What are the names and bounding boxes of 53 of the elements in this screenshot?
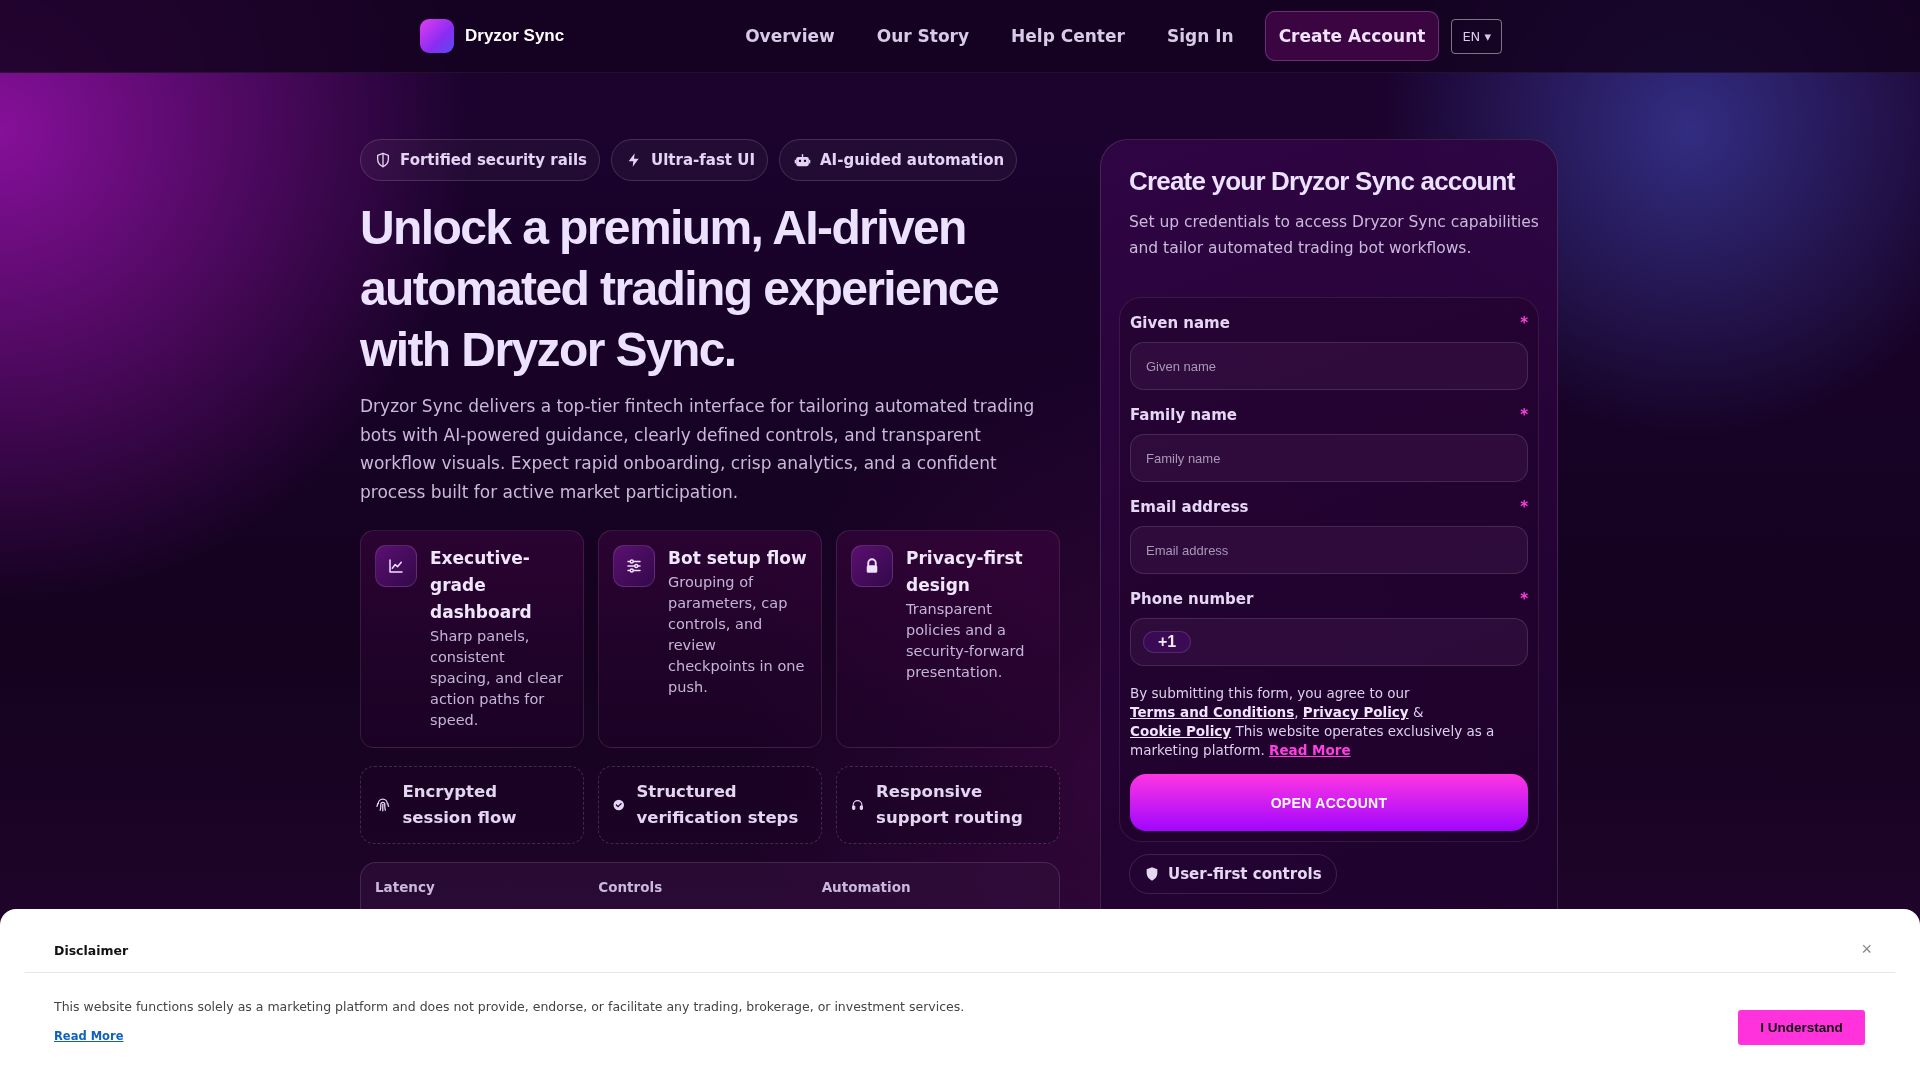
- disclaimer-text: This website functions solely as a marketing platform and does not provide, endorse, or facilitate any trading, brokerage, or investment services.: [54, 999, 965, 1014]
- highlight-label: Responsive support routing: [876, 781, 1024, 829]
- disclaimer-title: Disclaimer: [54, 943, 129, 958]
- create-account-button[interactable]: Create Account: [1264, 11, 1440, 61]
- feature-badge: Ultra-fast UI: [611, 139, 768, 181]
- brand-name[interactable]: Dryzor Sync: [465, 26, 565, 46]
- feature-badge: Fortified security rails: [360, 139, 601, 181]
- understand-button[interactable]: I Understand: [1738, 1010, 1865, 1045]
- feature-badge: AI-guided automation: [779, 139, 1018, 181]
- stat-label: Automation: [821, 879, 912, 895]
- policy-link[interactable]: Terms and Conditions: [1130, 704, 1295, 720]
- highlight-label: Encrypted session flow: [402, 781, 518, 829]
- read-more-link[interactable]: Read More: [54, 1029, 124, 1043]
- required-mark: *: [1520, 314, 1528, 332]
- consent-text: By submitting this form, you agree to our Terms and Conditions, Privacy Policy & Cookie Policy This website operates exclusively as a marketing platform. Read More: [1130, 684, 1496, 760]
- shield-icon: [1144, 866, 1160, 882]
- field-label: Given name: [1130, 314, 1230, 332]
- chart-icon: [387, 557, 405, 575]
- feature-text: Grouping of parameters, cap controls, and review checkpoints in one push.: [668, 573, 806, 697]
- feature-title: Privacy-first design: [906, 547, 1024, 597]
- required-mark: *: [1520, 406, 1528, 424]
- language-selector[interactable]: EN ▾: [1451, 18, 1502, 54]
- feature-text: Transparent policies and a security-forward presentation.: [906, 600, 1026, 682]
- policy-link[interactable]: Cookie Policy: [1130, 723, 1232, 739]
- logo-icon[interactable]: [420, 19, 454, 53]
- close-button[interactable]: ×: [1861, 939, 1872, 960]
- nav-link[interactable]: Overview: [724, 26, 856, 46]
- robot-icon: [794, 151, 811, 169]
- signup-title: Create your Dryzor Sync account: [1129, 166, 1516, 197]
- stat-label: Latency: [375, 879, 436, 895]
- feature-title: Executive-grade dashboard: [430, 547, 533, 624]
- policy-link[interactable]: Privacy Policy: [1302, 704, 1409, 720]
- nav-link[interactable]: Our Story: [855, 26, 991, 46]
- feature-text: Sharp panels, consistent spacing, and clear action paths for speed.: [430, 627, 564, 730]
- required-mark: *: [1520, 498, 1528, 516]
- hero-heading: Unlock a premium, AI-driven automated trading experience with Dryzor Sync.: [360, 200, 1000, 378]
- nav-link[interactable]: Help Center: [990, 26, 1146, 46]
- open-account-button[interactable]: OPEN ACCOUNT: [1130, 774, 1528, 831]
- stat-label: Controls: [598, 879, 664, 895]
- highlight-label: Structured verification steps: [636, 781, 800, 829]
- phone-field[interactable]: +1: [1130, 618, 1528, 666]
- field-label: Phone number: [1130, 590, 1254, 608]
- feature-title: Bot setup flow: [668, 547, 807, 570]
- signup-subtitle: Set up credentials to access Dryzor Sync capabilities and tailor automated trading bot workflows.: [1129, 212, 1539, 259]
- hero-description: Dryzor Sync delivers a top-tier fintech interface for tailoring automated trading bots with AI-powered guidance, clearly defined controls, and transparent workflow visuals. Expect rapid onboarding, crisp analytics, and a confident process built for active market participation.: [360, 395, 1036, 504]
- sliders-icon: [625, 557, 643, 575]
- read-more-link[interactable]: Read More: [1269, 742, 1351, 758]
- field-label: Family name: [1130, 406, 1237, 424]
- nav-link[interactable]: Sign In: [1145, 26, 1255, 46]
- country-code[interactable]: +1: [1143, 631, 1192, 653]
- shield-icon: [375, 152, 391, 168]
- required-mark: *: [1520, 590, 1528, 608]
- field-label: Email address: [1130, 498, 1249, 516]
